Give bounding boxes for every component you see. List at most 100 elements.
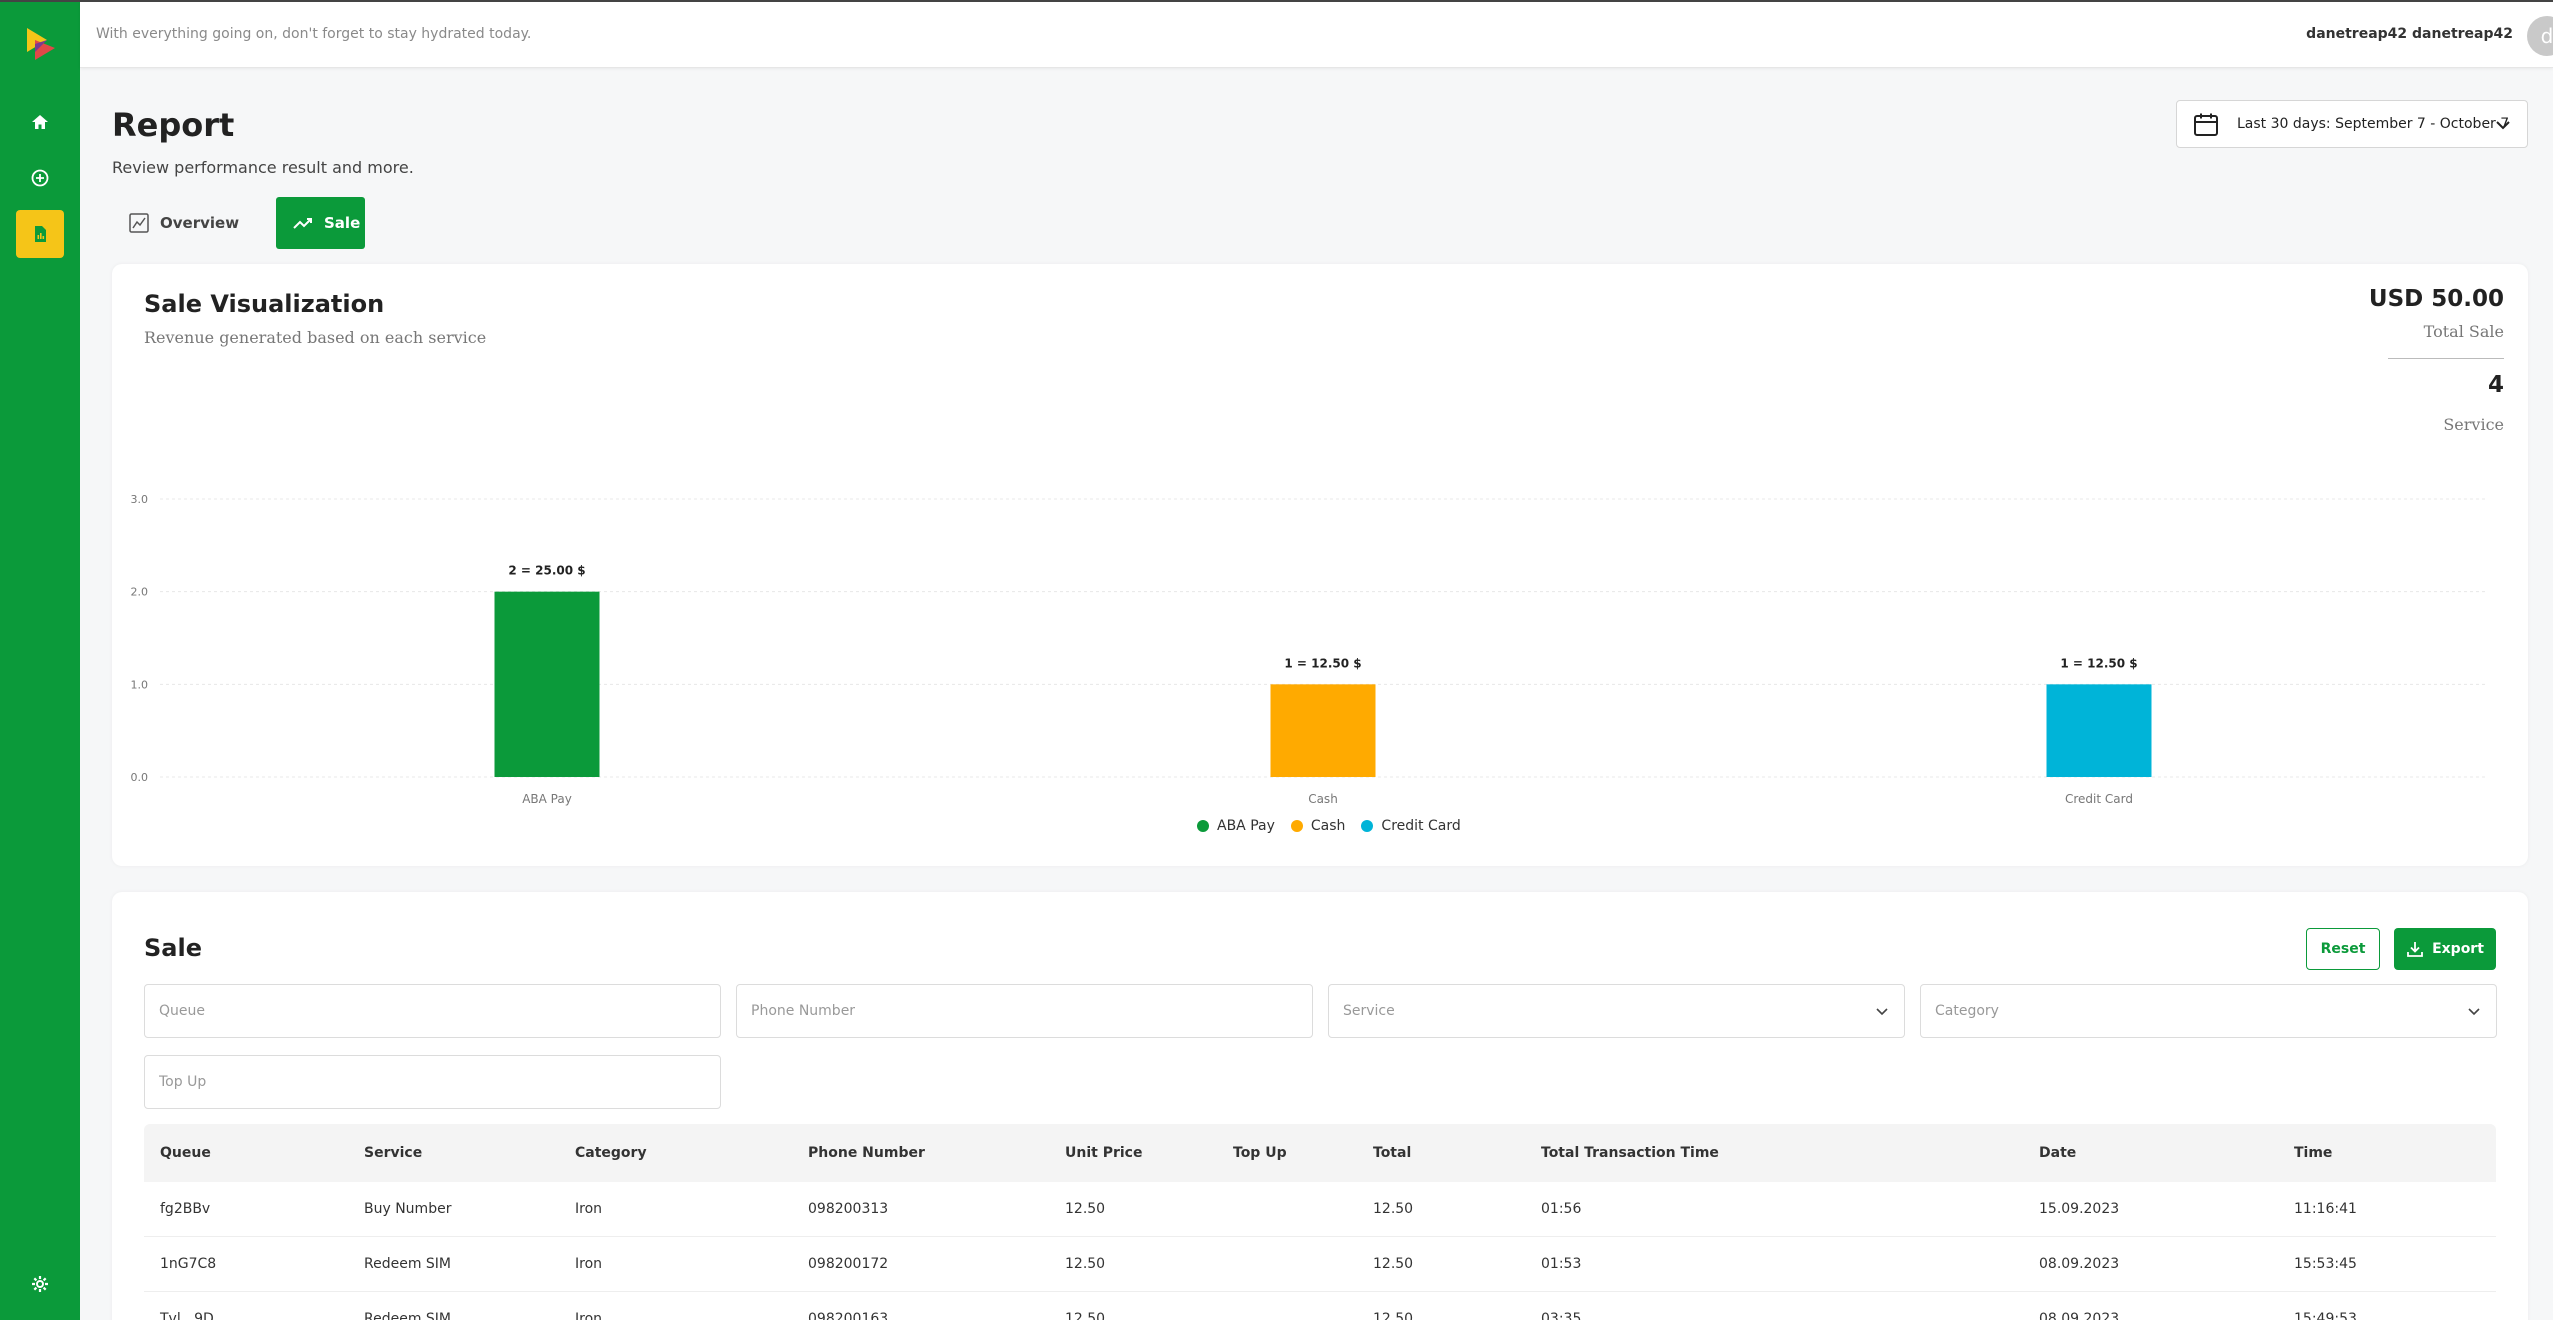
queue-filter[interactable]	[144, 984, 721, 1038]
table-cell: 15:49:53	[2294, 1311, 2357, 1320]
gear-icon	[32, 1276, 48, 1292]
category-select-placeholder: Category	[1935, 1003, 1999, 1019]
topup-filter[interactable]	[144, 1055, 721, 1109]
column-header[interactable]: Total	[1373, 1124, 1411, 1182]
bar-aba-pay[interactable]	[494, 591, 600, 777]
column-header[interactable]: Phone Number	[808, 1124, 925, 1182]
tab-sale[interactable]: Sale	[276, 197, 365, 249]
table-cell: 01:53	[1541, 1256, 1582, 1272]
greeting-text: With everything going on, don't forget t…	[96, 26, 532, 42]
top-header: With everything going on, don't forget t…	[80, 2, 2553, 68]
table-cell: 08.09.2023	[2039, 1256, 2120, 1272]
legend-dot	[1290, 820, 1303, 832]
home-icon	[32, 115, 48, 129]
page-subtitle: Review performance result and more.	[112, 158, 414, 177]
nav-home-button[interactable]	[16, 98, 64, 146]
table-cell: 11:16:41	[2294, 1201, 2357, 1217]
table-cell: 12.50	[1065, 1201, 1106, 1217]
app-logo-icon[interactable]	[25, 26, 57, 62]
table-cell: 15.09.2023	[2039, 1201, 2120, 1217]
sale-section-title: Sale	[144, 934, 202, 962]
nav-add-button[interactable]	[16, 154, 64, 202]
table-cell: 12.50	[1373, 1201, 1414, 1217]
table-cell: 08.09.2023	[2039, 1311, 2120, 1320]
date-range-picker[interactable]: Last 30 days: September 7 - October 7	[2176, 100, 2528, 148]
reset-button[interactable]: Reset	[2306, 928, 2380, 970]
download-icon	[2407, 942, 2423, 957]
table-row[interactable]: 1nG7C8 Redeem SIM Iron 098200172 12.50 12.50 0…	[144, 1237, 2496, 1292]
column-header[interactable]: Total Transaction Time	[1541, 1124, 1719, 1182]
legend-dot	[1197, 820, 1209, 832]
y-tick-label: 2.0	[131, 586, 149, 599]
column-header[interactable]: Unit Price	[1065, 1124, 1142, 1182]
table-row[interactable]: fg2BBv Buy Number Iron 098200313 12.50 12.50 0…	[144, 1182, 2496, 1237]
table-cell: 15:53:45	[2294, 1256, 2357, 1272]
table-header: Queue Service Category Phone Number Unit Pri…	[144, 1124, 2496, 1182]
legend-item-credit-card[interactable]: Credit Card	[1361, 818, 1461, 834]
bar-cash[interactable]	[1270, 684, 1376, 777]
table-row[interactable]: Tvl...9D Redeem SIM Iron 098200163 12.50 12.5…	[144, 1292, 2496, 1320]
trend-icon	[293, 218, 312, 229]
legend-item-cash[interactable]: Cash	[1290, 818, 1346, 834]
table-cell: Redeem SIM	[364, 1311, 452, 1320]
x-tick-label: ABA Pay	[522, 792, 572, 806]
column-header[interactable]: Queue	[160, 1124, 211, 1182]
bar-data-label: 1 = 12.50 $	[2060, 656, 2137, 670]
chart-legend: ABA Pay Cash Credit Card	[1197, 818, 1461, 834]
legend-label: Credit Card	[1381, 818, 1461, 834]
chart-icon	[129, 213, 149, 233]
table-cell: 1nG7C8	[160, 1256, 217, 1272]
chevron-down-icon	[2496, 121, 2510, 130]
y-tick-label: 0.0	[131, 771, 149, 784]
bar-data-label: 1 = 12.50 $	[1284, 656, 1361, 670]
report-icon	[35, 226, 46, 242]
legend-dot	[1361, 820, 1374, 832]
category-select[interactable]: Category	[1920, 984, 2497, 1038]
legend-item-aba-pay[interactable]: ABA Pay	[1197, 818, 1275, 834]
table-cell: 12.50	[1065, 1311, 1106, 1320]
bar-data-label: 2 = 25.00 $	[508, 564, 585, 578]
window-top-border	[0, 0, 2553, 2]
table-cell: 098200313	[808, 1201, 889, 1217]
table-cell: 12.50	[1373, 1256, 1414, 1272]
legend-label: Cash	[1310, 818, 1346, 834]
export-button[interactable]: Export	[2394, 928, 2496, 970]
table-cell: 098200172	[808, 1256, 889, 1272]
sale-table: Queue Service Category Phone Number Unit Pri…	[144, 1124, 2496, 1320]
chevron-down-icon	[1876, 1008, 1888, 1016]
plus-circle-icon	[31, 169, 49, 187]
table-cell: 12.50	[1373, 1311, 1414, 1320]
sale-table-card: Sale Reset Export Service Category Queue…	[112, 892, 2528, 1320]
table-cell: Tvl...9D	[160, 1311, 214, 1320]
table-cell: 12.50	[1065, 1256, 1106, 1272]
column-header[interactable]: Date	[2039, 1124, 2076, 1182]
service-select-placeholder: Service	[1343, 1003, 1395, 1019]
queue-input[interactable]	[159, 985, 720, 1037]
table-cell: 03:35	[1541, 1311, 1582, 1320]
table-body: fg2BBv Buy Number Iron 098200313 12.50 12.50 0…	[144, 1182, 2496, 1320]
column-header[interactable]: Time	[2294, 1124, 2332, 1182]
user-name[interactable]: danetreap42 danetreap42	[2306, 26, 2513, 42]
top-up-input[interactable]	[159, 1056, 720, 1108]
bar-chart: 0.0 1.0 2.0 3.0 2 = 25.00 $ ABA Pay 1 = 12.50 …	[131, 493, 2488, 806]
table-cell: 098200163	[808, 1311, 889, 1320]
tab-overview-label: Overview	[160, 214, 240, 232]
phone-number-input[interactable]	[751, 985, 1312, 1037]
bar-credit-card[interactable]	[2046, 684, 2152, 777]
y-tick-label: 1.0	[131, 678, 149, 691]
nav-settings-button[interactable]	[16, 1260, 64, 1308]
phone-filter[interactable]	[736, 984, 1313, 1038]
table-cell: fg2BBv	[160, 1201, 211, 1217]
x-tick-label: Cash	[1308, 792, 1338, 806]
column-header[interactable]: Top Up	[1233, 1124, 1287, 1182]
column-header[interactable]: Category	[575, 1124, 647, 1182]
column-header[interactable]: Service	[364, 1124, 422, 1182]
nav-report-button[interactable]	[16, 210, 64, 258]
avatar[interactable]: d	[2527, 16, 2553, 56]
tab-sale-label: Sale	[324, 214, 361, 232]
table-cell: Iron	[575, 1256, 603, 1272]
table-cell: Iron	[575, 1311, 603, 1320]
tab-overview[interactable]: Overview	[112, 197, 242, 249]
service-select[interactable]: Service	[1328, 984, 1905, 1038]
sidebar	[0, 0, 80, 1320]
